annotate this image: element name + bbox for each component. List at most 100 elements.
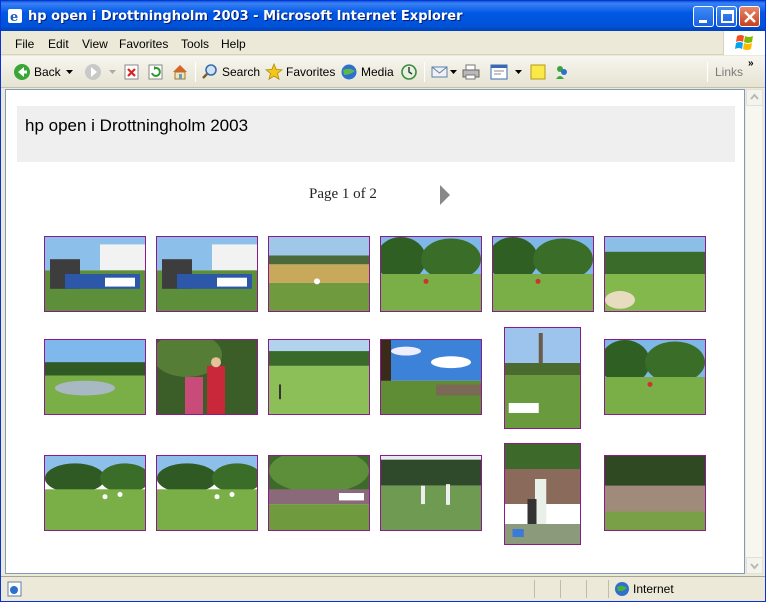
thumbnail-photo-12[interactable] xyxy=(604,339,706,415)
history-button[interactable] xyxy=(400,62,418,82)
media-button[interactable]: Media xyxy=(340,62,394,82)
window-title: hp open i Drottningholm 2003 - Microsoft… xyxy=(28,9,463,24)
menu-tools[interactable]: Tools xyxy=(181,37,209,51)
history-icon xyxy=(401,64,417,80)
edit-dropdown-icon[interactable] xyxy=(515,70,522,75)
home-button[interactable] xyxy=(171,62,189,82)
thumbnail-image xyxy=(45,456,145,530)
scroll-down-button[interactable] xyxy=(746,557,763,574)
thumbnail-photo-1[interactable] xyxy=(44,236,146,312)
thumbnail-image xyxy=(157,456,257,530)
thumbnail-photo-14[interactable] xyxy=(156,455,258,531)
toolbar-separator xyxy=(424,62,425,82)
zone-label: Internet xyxy=(633,582,674,596)
thumbnail-photo-13[interactable] xyxy=(44,455,146,531)
refresh-button[interactable] xyxy=(147,62,165,82)
toolbar-separator xyxy=(707,62,708,82)
discuss-button[interactable] xyxy=(529,62,547,82)
chevron-more-icon[interactable]: » xyxy=(748,58,754,69)
thumbnail-photo-11[interactable] xyxy=(504,327,581,429)
edit-page-icon xyxy=(490,64,508,80)
thumbnail-image xyxy=(381,340,481,414)
svg-text:e: e xyxy=(10,10,18,24)
search-button[interactable]: Search xyxy=(201,62,260,82)
vertical-scrollbar[interactable] xyxy=(745,89,763,574)
thumbnail-photo-17[interactable] xyxy=(504,443,581,545)
forward-dropdown-icon[interactable] xyxy=(109,70,116,75)
back-button[interactable]: Back xyxy=(13,62,61,82)
thumbnail-photo-8[interactable] xyxy=(156,339,258,415)
thumbnail-photo-10[interactable] xyxy=(380,339,482,415)
menu-edit[interactable]: Edit xyxy=(48,37,69,51)
note-icon xyxy=(530,64,546,80)
thumbnail-image xyxy=(157,237,257,311)
security-zone: Internet xyxy=(608,580,765,598)
search-icon xyxy=(202,64,217,79)
back-dropdown-icon[interactable] xyxy=(66,70,73,75)
title-bar[interactable]: e hp open i Drottningholm 2003 - Microso… xyxy=(1,1,765,31)
stop-button[interactable] xyxy=(123,62,141,82)
thumbnail-image xyxy=(45,237,145,311)
status-cell xyxy=(586,580,608,598)
thumbnail-image xyxy=(605,237,705,311)
arrow-down-icon xyxy=(750,563,759,570)
minimize-icon xyxy=(699,20,707,23)
thumbnail-image xyxy=(381,456,481,530)
forward-arrow-icon xyxy=(85,64,101,80)
back-label: Back xyxy=(34,65,61,79)
menu-view[interactable]: View xyxy=(82,37,108,51)
menu-favorites[interactable]: Favorites xyxy=(119,37,168,51)
maximize-button[interactable] xyxy=(716,6,737,27)
links-label[interactable]: Links xyxy=(715,65,743,79)
thumbnail-photo-9[interactable] xyxy=(268,339,370,415)
thumbnail-photo-2[interactable] xyxy=(156,236,258,312)
thumbnail-image xyxy=(605,340,705,414)
media-label: Media xyxy=(361,65,394,79)
next-page-arrow-icon[interactable] xyxy=(439,184,451,206)
close-icon xyxy=(744,11,756,23)
maximize-icon xyxy=(721,10,734,23)
thumbnail-photo-6[interactable] xyxy=(604,236,706,312)
minimize-button[interactable] xyxy=(693,6,714,27)
mail-icon xyxy=(431,66,448,78)
page-title: hp open i Drottningholm 2003 xyxy=(25,116,249,135)
thumbnail-photo-18[interactable] xyxy=(604,455,706,531)
menu-file[interactable]: File xyxy=(15,37,34,51)
close-button[interactable] xyxy=(739,6,760,27)
favorites-label: Favorites xyxy=(286,65,336,79)
stop-icon xyxy=(124,64,139,80)
thumbnail-photo-16[interactable] xyxy=(380,455,482,531)
mail-dropdown-icon[interactable] xyxy=(450,70,457,75)
thumbnail-photo-7[interactable] xyxy=(44,339,146,415)
search-label: Search xyxy=(222,65,261,79)
edit-button[interactable] xyxy=(490,62,508,82)
thumbnail-image xyxy=(269,340,369,414)
thumbnail-photo-15[interactable] xyxy=(268,455,370,531)
toolbar-separator xyxy=(195,62,196,82)
forward-button[interactable] xyxy=(84,62,102,82)
page-header: hp open i Drottningholm 2003 xyxy=(17,106,735,162)
windows-logo xyxy=(723,31,765,55)
thumbnail-photo-3[interactable] xyxy=(268,236,370,312)
arrow-up-icon xyxy=(750,93,759,100)
internet-explorer-icon: e xyxy=(8,9,22,24)
printer-icon xyxy=(462,64,480,80)
status-cell xyxy=(560,580,586,598)
thumbnail-image xyxy=(269,237,369,311)
thumbnail-image xyxy=(493,237,593,311)
thumbnail-image xyxy=(157,340,257,414)
thumbnail-image xyxy=(605,456,705,530)
thumbnail-photo-4[interactable] xyxy=(380,236,482,312)
home-icon xyxy=(173,65,187,80)
favorites-button[interactable]: Favorites xyxy=(265,62,335,82)
scroll-up-button[interactable] xyxy=(746,89,763,106)
messenger-icon xyxy=(556,66,567,79)
print-button[interactable] xyxy=(462,62,480,82)
messenger-button[interactable] xyxy=(553,62,571,82)
menu-help[interactable]: Help xyxy=(221,37,246,51)
thumbnail-image xyxy=(505,444,580,544)
thumbnail-image xyxy=(505,328,580,428)
thumbnail-photo-5[interactable] xyxy=(492,236,594,312)
mail-button[interactable] xyxy=(431,62,449,82)
thumbnail-image xyxy=(45,340,145,414)
